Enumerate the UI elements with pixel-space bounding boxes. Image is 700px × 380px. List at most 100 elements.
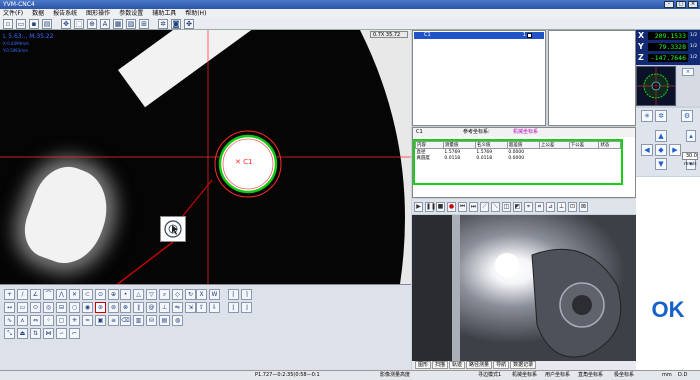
measure-icon[interactable]: ⊞ bbox=[139, 18, 149, 29]
tool-f-icon[interactable]: ⌗ bbox=[535, 201, 544, 212]
move-icon[interactable]: ✥ bbox=[61, 18, 71, 29]
rotate-icon[interactable]: ↻ bbox=[185, 289, 196, 300]
tab-graphics[interactable]: 图形 bbox=[415, 361, 432, 369]
rings-icon[interactable]: ◉ bbox=[82, 302, 93, 313]
zoom-icon[interactable]: ⊕ bbox=[87, 18, 97, 29]
curve-icon[interactable]: ∽ bbox=[56, 328, 67, 339]
tool-a-icon[interactable]: ⟋ bbox=[480, 201, 489, 212]
stop-icon[interactable]: ■ bbox=[436, 201, 445, 212]
tab-track[interactable]: 轨迹 bbox=[449, 361, 466, 369]
step-back-icon[interactable]: ⏮ bbox=[458, 201, 467, 212]
contour-icon[interactable]: ∿ bbox=[4, 315, 15, 326]
export-word-icon[interactable]: W bbox=[209, 289, 220, 300]
step-icon[interactable]: ⌐ bbox=[69, 328, 80, 339]
frame-icon[interactable]: ▣ bbox=[95, 315, 106, 326]
perpendicular-icon[interactable]: ⊥ bbox=[159, 302, 170, 313]
preview-view[interactable] bbox=[412, 215, 636, 361]
rect-icon[interactable]: ▭ bbox=[17, 302, 28, 313]
circle-measure-icon[interactable]: ⊛ bbox=[95, 302, 106, 313]
table-icon[interactable]: ▥ bbox=[133, 315, 144, 326]
select-icon[interactable]: ⬚ bbox=[74, 18, 84, 29]
jog-up-icon[interactable]: ▲ bbox=[655, 130, 667, 142]
tool-h-icon[interactable]: ⟂ bbox=[557, 201, 566, 212]
search-icon[interactable]: ⌕ bbox=[159, 289, 170, 300]
light-a-icon[interactable]: ✳ bbox=[641, 110, 653, 122]
mirror-icon[interactable]: ⇋ bbox=[172, 302, 183, 313]
axis-z-value[interactable]: -147.7646 bbox=[648, 54, 688, 62]
polyline-icon[interactable]: ⋀ bbox=[56, 289, 67, 300]
ref-value[interactable]: 机械坐标系 bbox=[513, 128, 538, 137]
jog-left-icon[interactable]: ◀ bbox=[641, 144, 653, 156]
menu-params[interactable]: 参数设置 bbox=[119, 9, 143, 18]
offset-icon[interactable]: ⇲ bbox=[185, 302, 196, 313]
spiral-icon[interactable]: @ bbox=[146, 302, 157, 313]
dots-icon[interactable]: ⁘ bbox=[43, 315, 54, 326]
speed-input[interactable]: 30.0 bbox=[682, 152, 698, 160]
edge-icon[interactable]: ⊟ bbox=[56, 302, 67, 313]
camera-view[interactable]: ✕ C1 L 5.63... M.35.22 X:0.4499mm Y:0.59… bbox=[0, 30, 411, 284]
save-icon[interactable]: ▪ bbox=[29, 18, 39, 29]
stage-minimap[interactable] bbox=[636, 66, 676, 106]
tool-d-icon[interactable]: ◩ bbox=[513, 201, 522, 212]
jog-down-icon[interactable]: ▼ bbox=[655, 158, 667, 170]
plugin-icon[interactable]: ✤ bbox=[184, 18, 194, 29]
light-b-icon[interactable]: ✲ bbox=[655, 110, 667, 122]
peak-icon[interactable]: ⋏ bbox=[17, 315, 28, 326]
line-icon[interactable]: ∕ bbox=[17, 289, 28, 300]
auto-circle-icon[interactable]: ⊚ bbox=[108, 302, 119, 313]
globe-icon[interactable]: ◍ bbox=[172, 315, 183, 326]
feature-checkbox[interactable] bbox=[527, 33, 532, 38]
menu-graphics[interactable]: 图形操作 bbox=[86, 9, 110, 18]
expand-icon[interactable]: ⤡ bbox=[4, 328, 15, 339]
tab-scan[interactable]: 扫描 bbox=[432, 361, 449, 369]
axis-x-value[interactable]: 209.1533 bbox=[648, 32, 688, 40]
feature-list[interactable]: C1 1 bbox=[412, 30, 546, 126]
cross-icon[interactable]: ✕ bbox=[69, 289, 80, 300]
db-icon[interactable]: ⛁ bbox=[146, 315, 157, 326]
close-button[interactable]: × bbox=[688, 1, 698, 8]
jog-center-icon[interactable]: ◆ bbox=[655, 144, 667, 156]
wave-icon[interactable]: ≈ bbox=[82, 315, 93, 326]
point-icon[interactable]: + bbox=[4, 289, 15, 300]
export-excel-icon[interactable]: X bbox=[196, 289, 207, 300]
tab-log[interactable]: 数据记录 bbox=[510, 361, 537, 369]
jog-right-icon[interactable]: ▶ bbox=[669, 144, 681, 156]
circle-icon[interactable]: ○ bbox=[69, 302, 80, 313]
maximize-button[interactable]: □ bbox=[676, 1, 686, 8]
open-icon[interactable]: ▭ bbox=[16, 18, 26, 29]
axis-y-value[interactable]: 79.3328 bbox=[648, 43, 688, 51]
bars-icon[interactable]: ≡ bbox=[108, 315, 119, 326]
hat-icon[interactable]: ⏏ bbox=[17, 328, 28, 339]
play-icon[interactable]: ▶ bbox=[414, 201, 423, 212]
distance-icon[interactable]: ↔ bbox=[4, 302, 15, 313]
delete-icon[interactable]: ⌫ bbox=[120, 315, 131, 326]
sort-icon[interactable]: ⇅ bbox=[30, 328, 41, 339]
record-icon[interactable]: ● bbox=[447, 201, 456, 212]
menu-data[interactable]: 数据 bbox=[32, 9, 44, 18]
dot-icon[interactable]: • bbox=[120, 289, 131, 300]
menu-tools[interactable]: 辅助工具 bbox=[152, 9, 176, 18]
report-icon[interactable]: ▤ bbox=[159, 315, 170, 326]
z-up-icon[interactable]: ▴ bbox=[686, 130, 696, 142]
sun-icon[interactable]: ✳ bbox=[69, 315, 80, 326]
print-icon[interactable]: ▤ bbox=[42, 18, 52, 29]
pause-icon[interactable]: ❚❚ bbox=[425, 201, 436, 212]
bracket2-icon[interactable]: ⌉ bbox=[241, 289, 252, 300]
bracket3-icon[interactable]: ⌊ bbox=[228, 302, 239, 313]
step-forward-icon[interactable]: ⏭ bbox=[469, 201, 478, 212]
tab-path[interactable]: 路径测量 bbox=[466, 361, 493, 369]
triangle-icon[interactable]: △ bbox=[133, 289, 144, 300]
width-icon[interactable]: ⇔ bbox=[30, 315, 41, 326]
menu-file[interactable]: 文件(F) bbox=[3, 9, 23, 18]
light-icon[interactable]: ✲ bbox=[158, 18, 168, 29]
parallel-icon[interactable]: ∥ bbox=[133, 302, 144, 313]
table-row[interactable]: 真圆度 0.0118 0.0118 0.0000 bbox=[416, 155, 621, 162]
settings-icon[interactable]: ⚙ bbox=[681, 110, 693, 122]
target-icon[interactable]: ⊙ bbox=[95, 289, 106, 300]
menu-help[interactable]: 帮助(H) bbox=[185, 9, 206, 18]
merge-icon[interactable]: ⋈ bbox=[43, 328, 54, 339]
bracket-icon[interactable]: ⌈ bbox=[228, 289, 239, 300]
tool-c-icon[interactable]: ◫ bbox=[502, 201, 511, 212]
slot-icon[interactable]: ⊂ bbox=[82, 289, 93, 300]
feature-row[interactable]: C1 1 bbox=[414, 32, 544, 39]
